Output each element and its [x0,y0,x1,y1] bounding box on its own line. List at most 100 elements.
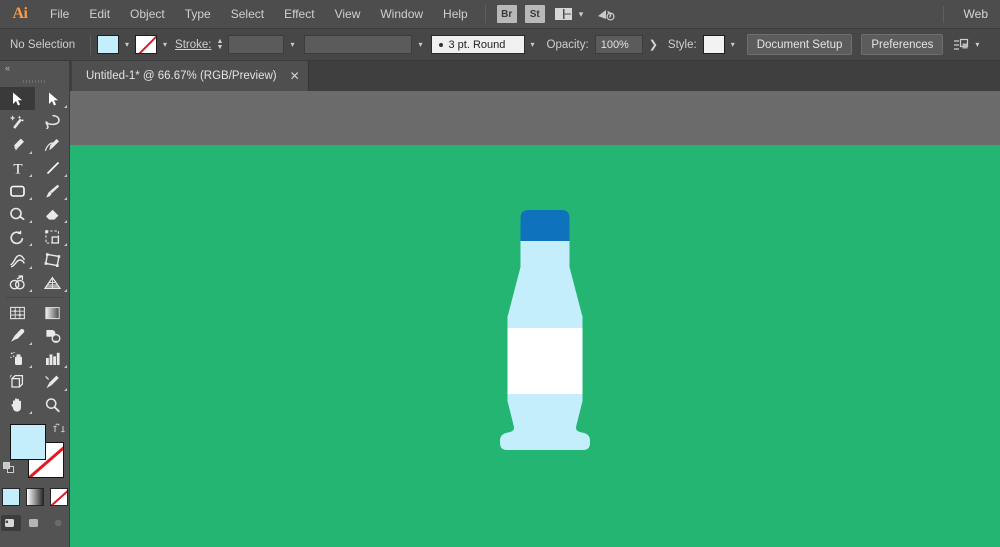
stroke-weight-stepper[interactable]: ▲▼ [214,35,225,54]
menu-file[interactable]: File [40,0,79,29]
brush-definition-preview[interactable] [304,35,412,54]
menu-object[interactable]: Object [120,0,175,29]
stroke-weight-input[interactable] [228,35,284,54]
rotate-tool[interactable] [0,225,35,248]
menu-effect[interactable]: Effect [274,0,324,29]
stroke-weight-label[interactable]: Stroke: [175,39,211,51]
bridge-icon[interactable]: Br [497,5,517,23]
document-setup-button[interactable]: Document Setup [747,34,853,55]
preferences-button[interactable]: Preferences [861,34,943,55]
hand-tool[interactable] [0,393,35,416]
graphic-style-swatch[interactable] [703,35,725,54]
flyout-indicator-icon [29,174,32,177]
blend-tool[interactable] [35,324,70,347]
bottle-cap [521,210,570,241]
column-graph-tool[interactable] [35,347,70,370]
normal-screen-mode-icon[interactable] [1,515,21,531]
brush-definition-chevron-down-icon[interactable]: ▾ [412,41,428,49]
type-tool[interactable]: T [0,156,35,179]
fill-color-box[interactable] [10,424,46,460]
mesh-tool[interactable] [0,301,35,324]
magic-wand-tool[interactable] [0,110,35,133]
direct-selection-tool[interactable] [35,87,70,110]
selection-tool[interactable] [0,87,35,110]
menu-select[interactable]: Select [221,0,274,29]
rectangle-tool[interactable] [0,179,35,202]
canvas-area[interactable] [70,91,1000,547]
scale-tool[interactable] [35,225,70,248]
app-logo-icon: Ai [0,0,40,29]
stroke-chevron-down-icon[interactable]: ▾ [157,41,173,49]
stroke-profile-select[interactable]: 3 pt. Round [431,35,525,54]
color-mode-button[interactable] [2,488,20,506]
full-screen-menu-mode-icon[interactable] [25,515,45,531]
menu-type[interactable]: Type [175,0,221,29]
fill-color-swatch[interactable] [97,35,119,54]
control-bar: No Selection ▾ ▾ Stroke: ▲▼ ▾ ▾ 3 pt. Ro… [0,29,1000,61]
swap-fill-stroke-icon[interactable] [53,422,65,434]
menu-bar: Ai File Edit Object Type Select Effect V… [0,0,1000,29]
flyout-indicator-icon [64,388,67,391]
stroke-color-swatch[interactable] [135,35,157,54]
flyout-indicator-icon [29,151,32,154]
flyout-indicator-icon [64,220,67,223]
shaper-tool[interactable] [0,202,35,225]
milk-bottle-illustration[interactable] [480,205,610,455]
flyout-indicator-icon [64,289,67,292]
arrange-documents-icon[interactable] [552,5,576,23]
symbol-sprayer-tool[interactable] [0,347,35,370]
eraser-tool[interactable] [35,202,70,225]
perspective-grid-tool[interactable] [35,271,70,294]
none-mode-button[interactable] [50,488,68,506]
full-screen-mode-icon[interactable] [49,515,69,531]
style-label[interactable]: Style: [668,39,697,51]
flyout-indicator-icon [64,197,67,200]
menu-view[interactable]: View [325,0,371,29]
opacity-label[interactable]: Opacity: [547,39,589,51]
gradient-mode-button[interactable] [26,488,44,506]
opacity-input[interactable]: 100% [595,35,643,54]
flyout-indicator-icon [29,289,32,292]
stock-icon[interactable]: St [525,5,545,23]
width-tool[interactable] [0,248,35,271]
stroke-profile-value: 3 pt. Round [449,39,506,51]
fill-chevron-down-icon[interactable]: ▾ [119,41,135,49]
gradient-tool[interactable] [35,301,70,324]
slice-tool[interactable] [35,370,70,393]
align-to-pixel-grid-icon[interactable] [953,38,969,52]
default-fill-stroke-icon[interactable] [3,462,16,475]
pen-tool[interactable] [0,133,35,156]
lasso-tool[interactable] [35,110,70,133]
flyout-indicator-icon [64,174,67,177]
menu-edit[interactable]: Edit [79,0,120,29]
panel-drag-grip[interactable] [0,75,69,87]
align-chevron-down-icon[interactable]: ▾ [969,41,985,49]
flyout-indicator-icon [64,365,67,368]
line-segment-tool[interactable] [35,156,70,179]
panel-collapse-handle[interactable]: « [0,61,69,75]
curvature-tool[interactable] [35,133,70,156]
bottle-label [508,328,583,394]
free-transform-tool[interactable] [35,248,70,271]
menu-help[interactable]: Help [433,0,478,29]
paintbrush-tool[interactable] [35,179,70,202]
artboard[interactable] [70,145,1000,547]
flyout-indicator-icon [29,342,32,345]
opacity-expand-icon[interactable]: ❯ [643,38,664,51]
shape-builder-tool[interactable] [0,271,35,294]
arrange-chevron-down-icon[interactable]: ▾ [579,9,584,20]
artboard-tool[interactable] [0,370,35,393]
workspace-switcher[interactable]: Web [964,0,988,29]
close-icon[interactable]: ✕ [290,70,300,82]
document-tab[interactable]: Untitled-1* @ 66.67% (RGB/Preview) ✕ [72,61,309,91]
sync-settings-icon[interactable] [597,7,616,22]
stroke-weight-chevron-down-icon[interactable]: ▾ [284,41,300,49]
eyedropper-tool[interactable] [0,324,35,347]
flyout-indicator-icon [29,411,32,414]
menu-window[interactable]: Window [370,0,433,29]
stroke-profile-chevron-down-icon[interactable]: ▾ [525,41,541,49]
zoom-tool[interactable] [35,393,70,416]
selection-status-label: No Selection [0,39,84,51]
style-chevron-down-icon[interactable]: ▾ [725,41,741,49]
flyout-indicator-icon [29,197,32,200]
